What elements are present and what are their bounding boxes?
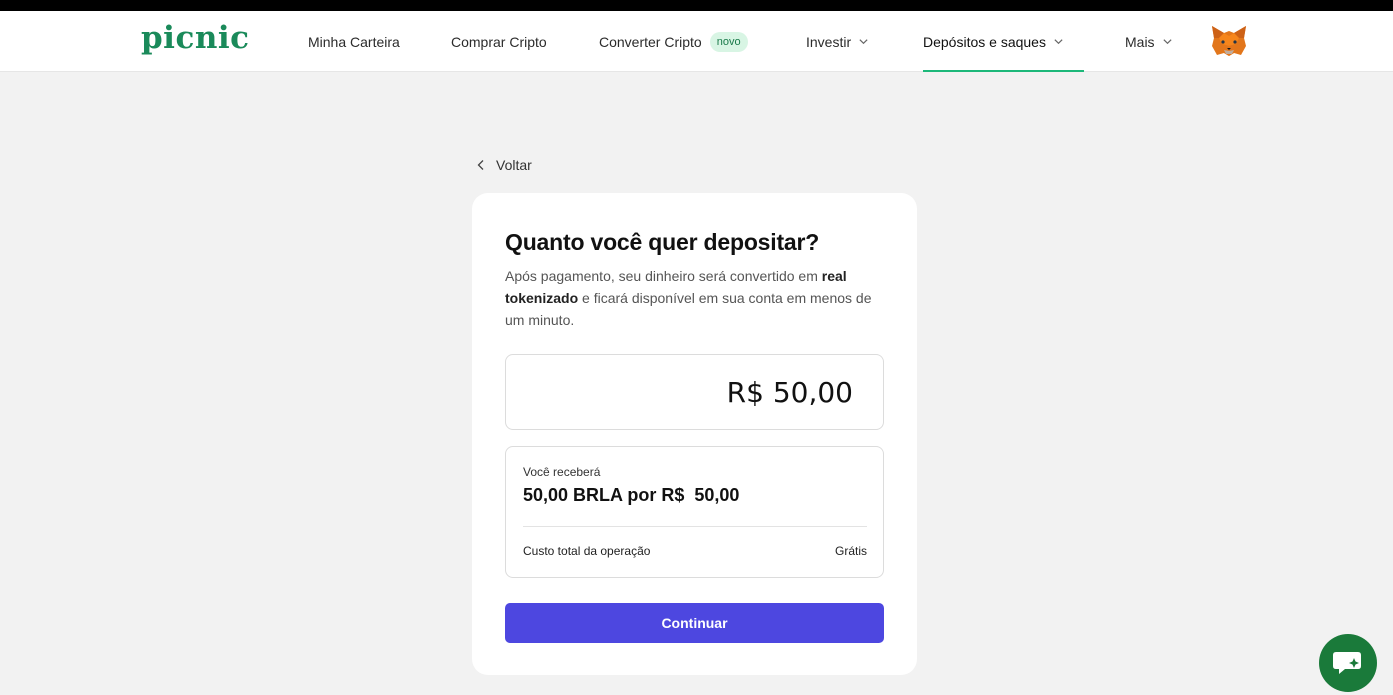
page-title: Quanto você quer depositar? [505,229,820,255]
nav-investir[interactable]: Investir [806,11,869,72]
chevron-down-icon [1054,39,1063,45]
deposit-description: Após pagamento, seu dinheiro será conver… [505,265,890,331]
nav-mais[interactable]: Mais [1125,11,1173,72]
continue-button[interactable]: Continuar [505,603,884,643]
deposit-card: Quanto você quer depositar? Após pagamen… [472,193,917,675]
nav-label: Depósitos e saques [923,33,1046,50]
amount-field[interactable] [505,354,884,430]
cost-label: Custo total da operação [523,544,651,558]
nav-label: Minha Carteira [308,33,400,50]
nav-converter-cripto[interactable]: Converter Cripto novo [599,11,748,72]
receive-label: Você receberá [523,465,601,479]
amount-input[interactable] [553,375,853,409]
chevron-down-icon [1162,39,1172,45]
cost-value: Grátis [834,544,867,558]
new-badge: novo [709,31,748,52]
back-label: Voltar [496,157,532,173]
back-link[interactable]: Voltar [476,157,532,173]
metamask-fox-icon[interactable] [1210,24,1248,58]
chevron-down-icon [859,39,868,45]
nav-label: Comprar Cripto [451,33,547,50]
receive-value: 50,00 BRLA por R$ 50,00 [523,485,740,505]
conversion-summary: Você receberá 50,00 BRLA por R$ 50,00 Cu… [505,446,884,578]
description-text: Após pagamento, seu dinheiro será conver… [505,268,822,284]
nav-minha-carteira[interactable]: Minha Carteira [308,11,400,72]
chat-support-button[interactable] [1319,634,1377,692]
app-viewport: picnic Minha Carteira Comprar Cripto Con… [0,11,1393,695]
nav-label: Converter Cripto [599,33,702,50]
nav-label: Investir [806,33,852,50]
divider [523,526,867,527]
top-navigation-bar: picnic Minha Carteira Comprar Cripto Con… [0,11,1393,72]
picnic-logo[interactable]: picnic [141,20,250,56]
chat-icon [1333,652,1361,674]
nav-label: Mais [1125,33,1155,50]
nav-depositos-e-saques[interactable]: Depósitos e saques [923,11,1084,72]
chevron-left-icon [477,160,484,170]
nav-comprar-cripto[interactable]: Comprar Cripto [451,11,547,72]
